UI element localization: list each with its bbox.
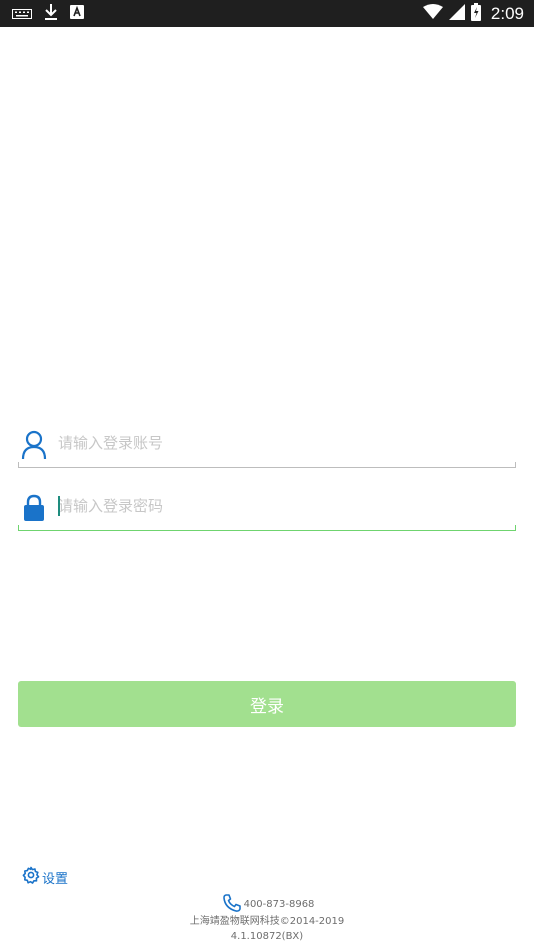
account-input-row[interactable] (18, 416, 516, 468)
account-input[interactable] (58, 428, 498, 458)
status-bar-right: 2:09 (422, 0, 524, 27)
company-copyright: 上海靖盈物联网科技©2014-2019 (189, 916, 345, 927)
account-underline (18, 462, 516, 468)
phone-number: 400-873-8968 (243, 898, 315, 910)
settings-label: 设置 (42, 871, 69, 887)
gear-icon (22, 866, 40, 888)
lock-icon (20, 493, 48, 523)
user-icon (20, 430, 48, 460)
password-input-row[interactable] (18, 479, 516, 531)
app-version: 4.1.10872(BX) (230, 931, 304, 942)
keyboard-icon (12, 4, 32, 23)
text-cursor (58, 496, 60, 516)
status-time: 2:09 (490, 3, 524, 23)
password-underline (18, 525, 516, 531)
footer: 400-873-8968 上海靖盈物联网科技©2014-2019 4.1.108… (0, 893, 534, 944)
cell-signal-icon (448, 3, 465, 24)
footer-phone-row[interactable]: 400-873-8968 (2, 893, 534, 916)
password-input[interactable] (58, 491, 498, 521)
login-button[interactable]: 登录 (18, 681, 516, 727)
wifi-icon (422, 3, 443, 24)
status-bar-left (12, 0, 84, 27)
settings-link[interactable]: 设置 (22, 866, 68, 888)
battery-icon (470, 2, 481, 25)
phone-icon (222, 893, 242, 916)
app-notification-icon (70, 4, 84, 23)
download-icon (44, 3, 58, 25)
status-bar: 2:09 (0, 0, 534, 27)
